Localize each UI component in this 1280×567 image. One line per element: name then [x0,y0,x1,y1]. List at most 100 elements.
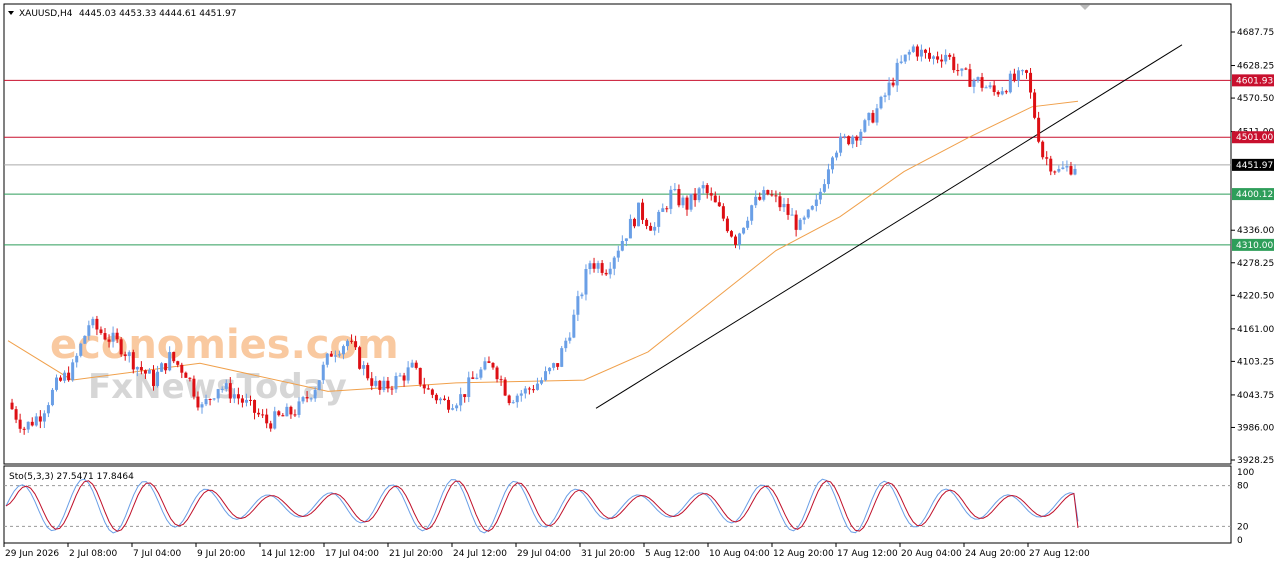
candle-bear [491,362,495,368]
candle-bear [18,419,22,429]
candle-bull [535,383,539,390]
candle-bull [297,401,301,415]
candle-bull [475,377,479,379]
price-tick-label: 3928.25 [1237,456,1274,466]
candle-bull [50,389,54,406]
candle-bear [758,196,762,200]
candle-bear [645,219,649,226]
candle-bull [317,380,321,390]
candle-bull [1057,168,1061,172]
candle-bull [851,136,855,145]
candle-bear [131,352,135,370]
candle-bull [826,169,830,185]
level-label-text: 4310.00 [1236,241,1273,251]
candle-bear [10,402,14,410]
candle-bear [386,380,390,389]
candle-bull [313,389,317,399]
candle-bull [810,205,814,210]
candle-bear [847,136,851,145]
candle-bear [527,388,531,390]
candle-bull [944,54,948,62]
candle-bull [988,85,992,88]
candle-bull [333,355,337,357]
time-tick-label: 5 Aug 12:00 [645,549,700,559]
candle-bear [964,68,968,70]
candle-bull [782,203,786,208]
candle-bull [1016,70,1020,81]
candle-bull [55,377,58,390]
candle-bear [709,193,713,196]
candle-bear [265,414,269,424]
candle-bear [604,272,608,275]
candle-bear [208,398,212,400]
candle-bull [596,263,600,269]
candle-bear [956,70,960,72]
price-tick-label: 4278.25 [1237,259,1274,269]
candle-bull [26,421,30,430]
candle-bear [14,409,18,420]
candle-bull [657,211,661,227]
candle-bull [46,405,50,414]
candle-bull [960,68,964,71]
candle-bull [895,62,899,86]
candle-bull [224,383,228,389]
candle-bear [1025,70,1028,73]
candle-bear [261,414,265,416]
candle-bear [188,377,192,379]
candle-bull [438,398,442,401]
candle-bear [289,406,293,415]
time-tick-label: 17 Aug 12:00 [837,549,898,559]
candle-bear [107,339,111,342]
candle-bull [346,340,349,347]
candle-bear [196,396,200,408]
candle-bear [855,136,859,141]
candle-bear [556,363,560,367]
candle-bull [976,77,980,81]
candle-bull [754,196,758,206]
candle-bear [1053,171,1057,173]
candle-bull [515,395,519,403]
candle-bull [742,227,746,234]
candle-bear [592,263,596,269]
candle-bear [240,398,244,403]
candle-bear [531,389,535,391]
stochastic-tick-label: 100 [1237,468,1254,478]
candle-bear [366,365,370,379]
price-chart: economies.com FxNewsToday 4687.754628.25… [3,3,1274,559]
candle-bear [649,225,653,231]
candle-bull [762,190,766,200]
candle-bull [746,220,750,228]
candle-bear [463,394,467,398]
candle-bear [22,428,26,430]
candle-bear [1012,73,1016,81]
candle-bear [103,333,107,340]
candle-bull [620,240,624,251]
time-tick-label: 17 Jul 04:00 [325,549,379,559]
candle-bear [378,380,382,390]
candle-bear [67,372,71,381]
candle-bear [253,400,257,413]
candle-bull [63,372,67,381]
stochastic-tick-label: 80 [1237,482,1249,492]
chart-symbol: XAUUSD,H4 [19,9,73,19]
candle-bull [309,398,313,400]
candle-bear [184,372,188,378]
candle-bear [641,202,645,220]
price-tick-label: 4336.00 [1237,226,1274,236]
time-tick-label: 7 Jul 04:00 [133,549,182,559]
candle-bull [135,367,139,370]
candle-bull [127,352,131,357]
candle-bear [499,379,503,381]
price-tick-label: 4161.00 [1237,325,1274,335]
candle-bear [507,395,511,404]
level-label-text: 4451.97 [1236,161,1273,171]
candle-bull [540,380,543,384]
candle-bull [285,406,289,417]
chart-ohlc: 4445.03 4453.33 4444.61 4451.97 [79,9,236,19]
time-axis: 29 Jun 2026 2 Jul 08:00 7 Jul 04:00 9 Jul 2… [3,543,1090,559]
candle-bear [281,415,285,417]
price-tick-label: 4570.50 [1237,94,1274,104]
candle-bear [143,370,147,374]
candle-bear [503,379,507,396]
price-tick-label: 4220.50 [1237,291,1274,301]
